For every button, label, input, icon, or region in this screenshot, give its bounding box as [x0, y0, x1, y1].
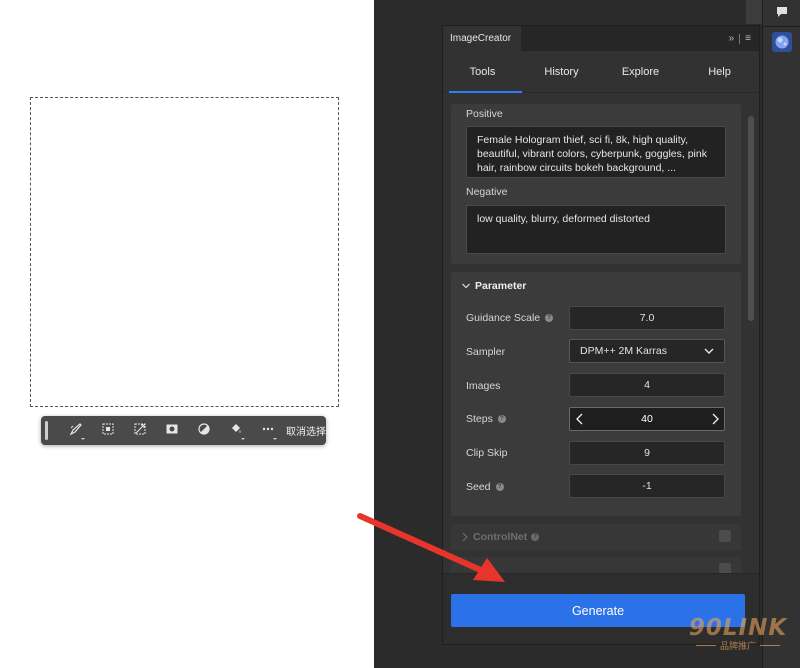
sampler-label-row: Sampler	[466, 346, 505, 358]
panel-title: ImageCreator	[450, 33, 512, 44]
controlnet-title: ControlNet	[473, 531, 528, 543]
sampler-select[interactable]: DPM++ 2M Karras	[569, 339, 725, 363]
clear-selection-button[interactable]: 取消选择	[286, 423, 326, 438]
tab-help[interactable]: Help	[680, 51, 759, 92]
fill-bucket-button[interactable]	[220, 419, 252, 443]
brush-selection-button[interactable]	[60, 419, 92, 443]
images-input[interactable]: 4	[569, 373, 725, 397]
chevron-right-icon	[462, 532, 468, 542]
mask-icon	[165, 422, 179, 439]
guidance-scale-label-row: Guidance Scale ?	[466, 312, 554, 324]
steps-label: Steps	[466, 413, 493, 425]
fill-bucket-icon	[229, 422, 243, 439]
strip-divider	[763, 26, 800, 27]
images-label-row: Images	[466, 380, 500, 392]
tab-history[interactable]: History	[522, 51, 601, 92]
chevron-down-icon	[241, 437, 245, 440]
tab-tools[interactable]: Tools	[443, 51, 522, 93]
panel-dock-edge	[746, 0, 762, 24]
info-icon[interactable]: ?	[495, 483, 504, 491]
collapse-panel-icon[interactable]: »	[729, 33, 735, 44]
steps-label-row: Steps ?	[466, 413, 506, 425]
plugin-button[interactable]	[768, 30, 796, 56]
steps-stepper[interactable]: 40	[569, 407, 725, 431]
seed-input[interactable]: -1	[569, 474, 725, 498]
panel-header-controls: » ≡	[729, 26, 759, 51]
watermark-line	[695, 645, 716, 646]
positive-label: Positive	[466, 108, 503, 120]
chevron-down-icon	[462, 283, 470, 289]
watermark-line	[760, 645, 780, 646]
increment-icon[interactable]	[710, 412, 720, 426]
chevron-down-icon	[273, 437, 277, 440]
right-icon-strip	[762, 0, 800, 668]
header-divider	[739, 33, 741, 44]
invert-icon	[197, 422, 211, 439]
more-options-icon	[261, 422, 275, 439]
seed-label: Seed	[466, 481, 491, 493]
info-icon[interactable]: ?	[531, 533, 540, 541]
decrement-icon[interactable]	[574, 412, 584, 426]
seed-label-row: Seed ?	[466, 481, 504, 493]
contextual-task-bar: 取消选择	[41, 416, 326, 445]
negative-label: Negative	[466, 186, 508, 198]
watermark-sub-text: 品牌推广	[719, 641, 756, 651]
controlnet-section[interactable]: ControlNet ?	[451, 524, 741, 550]
selection-grid-icon	[101, 422, 115, 439]
negative-prompt-field[interactable]: low quality, blurry, deformed distorted	[466, 205, 726, 254]
sampler-value: DPM++ 2M Karras	[580, 345, 667, 357]
controlnet-enable-checkbox[interactable]	[719, 530, 731, 542]
panel-header: ImageCreator » ≡	[443, 26, 759, 51]
speech-bubble-icon	[775, 5, 789, 22]
watermark-logo: 90LINK	[688, 615, 788, 641]
images-label: Images	[466, 380, 501, 392]
info-icon[interactable]: ?	[545, 314, 554, 322]
tab-tools-label: Tools	[469, 65, 496, 78]
selection-marquee	[30, 97, 339, 407]
mask-button[interactable]	[156, 419, 188, 443]
clip-skip-label: Clip Skip	[466, 447, 508, 459]
guidance-scale-input[interactable]: 7.0	[569, 306, 725, 330]
parameter-card: Parameter Guidance Scale ? 7.0 Sampler D…	[451, 272, 741, 516]
parameter-section-toggle[interactable]: Parameter	[461, 280, 526, 292]
tab-help-label: Help	[708, 65, 731, 78]
positive-prompt-field[interactable]: Female Hologram thief, sci fi, 8k, high …	[466, 126, 726, 178]
watermark: 90LINK 品牌推广	[683, 615, 793, 663]
tab-explore-label: Explore	[621, 65, 660, 78]
chevron-down-icon	[81, 437, 85, 440]
selection-grid-button[interactable]	[92, 419, 124, 443]
invert-button[interactable]	[188, 419, 220, 443]
comments-button[interactable]	[768, 0, 796, 26]
chevron-down-icon	[704, 348, 714, 354]
panel-scrollbar[interactable]	[748, 116, 754, 321]
collapsed-section[interactable]	[451, 557, 741, 573]
steps-value[interactable]: 40	[641, 413, 653, 425]
plugin-globe-icon	[772, 31, 792, 55]
toolbar-drag-handle[interactable]	[45, 421, 48, 440]
info-icon[interactable]: ?	[497, 415, 506, 423]
transform-button[interactable]	[124, 419, 156, 443]
panel-nav-tabs: Tools History Explore Help	[443, 51, 759, 93]
document-canvas[interactable]: 取消选择	[0, 0, 374, 668]
sampler-label: Sampler	[466, 346, 506, 358]
clip-skip-label-row: Clip Skip	[466, 447, 507, 459]
panel-title-tab[interactable]: ImageCreator	[443, 26, 522, 51]
panel-menu-icon[interactable]: ≡	[745, 33, 751, 44]
brush-selection-icon	[69, 422, 83, 439]
clip-skip-input[interactable]: 9	[569, 441, 725, 465]
transform-icon	[133, 422, 147, 439]
image-creator-panel: ImageCreator » ≡ Tools History Explore H…	[442, 25, 760, 645]
prompt-card: Positive Female Hologram thief, sci fi, …	[451, 104, 741, 264]
tab-explore[interactable]: Explore	[601, 51, 680, 92]
guidance-scale-label: Guidance Scale	[466, 312, 541, 324]
more-options-button[interactable]	[252, 419, 284, 443]
section-enable-checkbox[interactable]	[719, 563, 731, 573]
parameter-title: Parameter	[475, 280, 527, 292]
panel-scroll-area[interactable]: Positive Female Hologram thief, sci fi, …	[443, 94, 759, 573]
watermark-subtitle: 品牌推广	[695, 639, 780, 652]
tab-history-label: History	[544, 65, 579, 78]
